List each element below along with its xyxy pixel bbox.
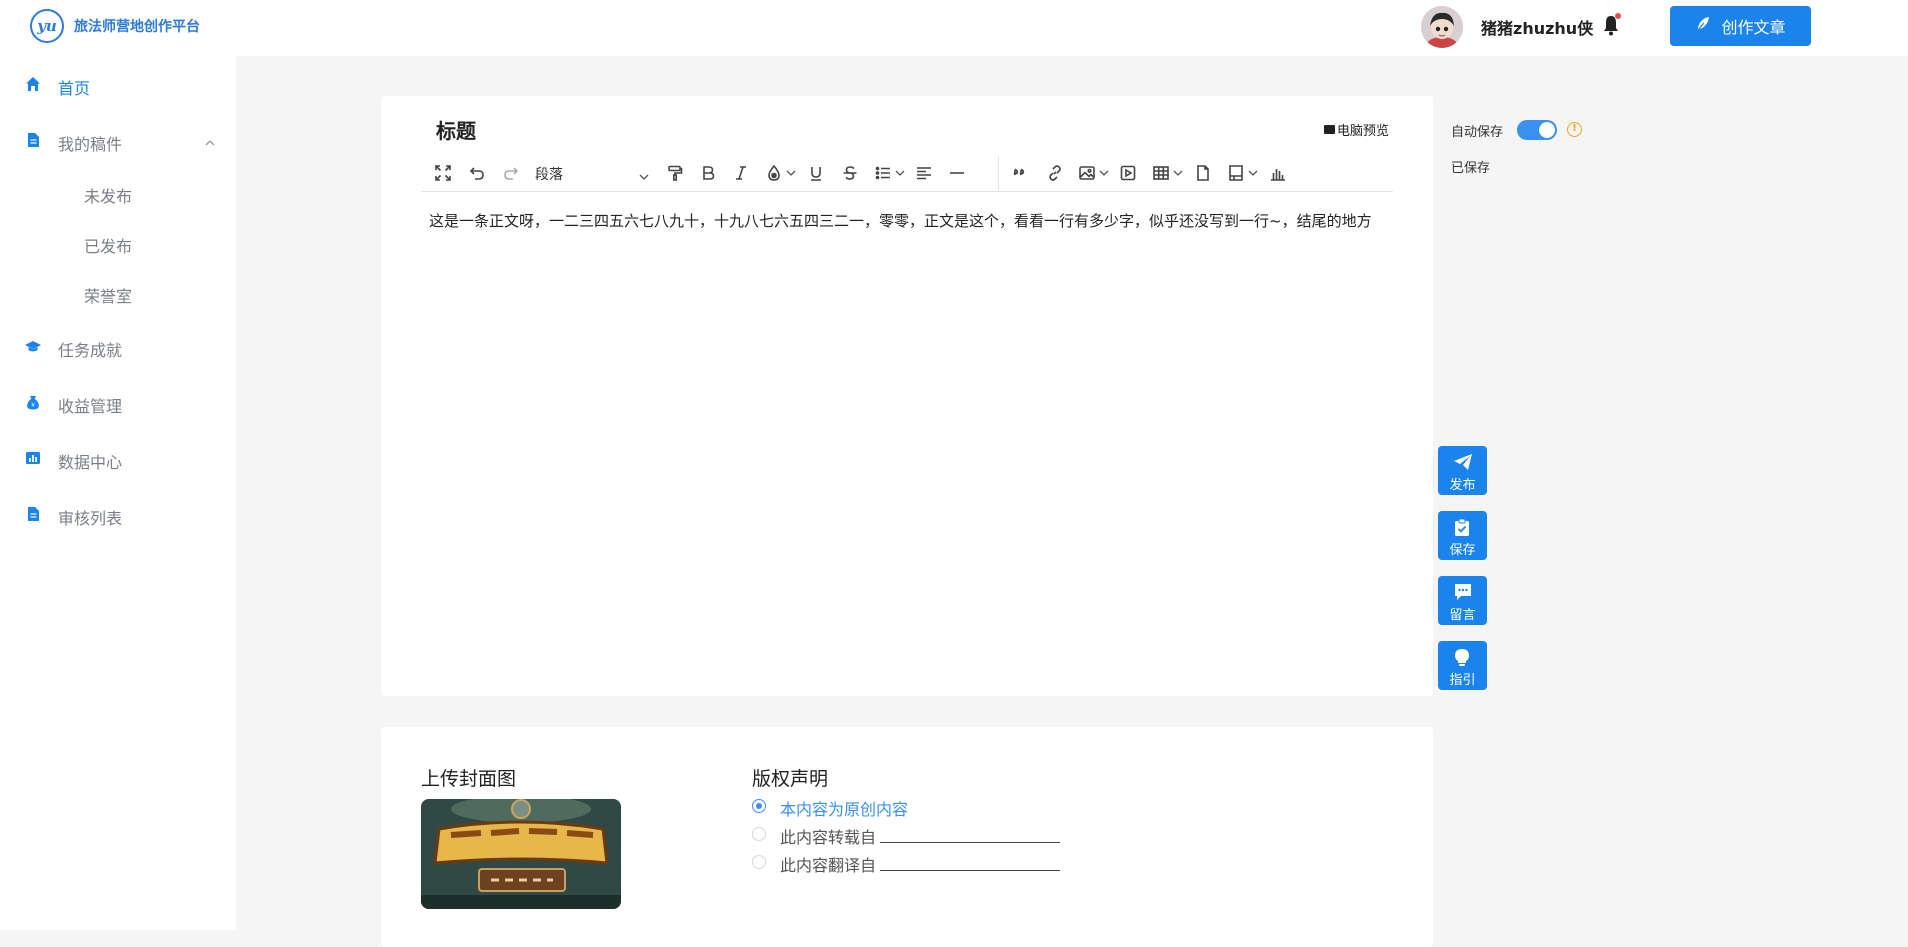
toolbar-divider — [998, 156, 999, 192]
fullscreen-icon[interactable] — [433, 162, 453, 184]
sidebar-item-home[interactable]: 首页 — [0, 64, 236, 104]
graduation-cap-icon — [25, 338, 41, 354]
guide-button[interactable]: 指引 — [1438, 641, 1487, 690]
sidebar-item-label: 我的稿件 — [58, 135, 123, 154]
image-icon[interactable] — [1077, 162, 1097, 184]
underline-icon[interactable] — [806, 162, 826, 184]
sidebar-subitem-unpublished[interactable]: 未发布 — [84, 183, 132, 207]
lightbulb-icon — [1455, 649, 1469, 666]
paragraph-format-value: 段落 — [535, 167, 563, 183]
chevron-down-icon[interactable] — [1247, 162, 1259, 184]
notification-dot — [1615, 13, 1621, 19]
undo-icon[interactable] — [467, 162, 487, 184]
italic-icon[interactable] — [731, 162, 751, 184]
document-icon — [25, 132, 41, 148]
publish-button[interactable]: 发布 — [1438, 446, 1487, 495]
link-icon[interactable] — [1045, 162, 1065, 184]
chevron-down-icon[interactable] — [1098, 162, 1110, 184]
sidebar-item-label: 任务成就 — [58, 341, 123, 360]
user-avatar[interactable] — [1421, 6, 1463, 48]
desktop-preview-button[interactable]: 电脑预览 — [1324, 120, 1389, 139]
warning-icon[interactable]: ! — [1567, 122, 1582, 137]
sidebar-item-my-drafts[interactable]: 我的稿件 — [0, 120, 236, 160]
chevron-down-icon[interactable] — [894, 162, 906, 184]
create-article-label: 创作文章 — [1721, 18, 1786, 37]
copyright-original-radio[interactable] — [752, 799, 766, 813]
sidebar-item-data-center[interactable]: 数据中心 — [0, 438, 236, 478]
chevron-down-icon[interactable] — [1172, 162, 1184, 184]
brand-logo[interactable]: yu — [30, 9, 64, 43]
table-icon[interactable] — [1151, 162, 1171, 184]
sidebar-subitem-honors[interactable]: 荣誉室 — [84, 283, 132, 307]
sidebar-item-label: 数据中心 — [58, 453, 123, 472]
top-header: yu 旅法师营地创作平台 猪猪zhuzhu侠 创作文章 — [0, 0, 1908, 56]
text-color-icon[interactable] — [764, 162, 784, 184]
sidebar-item-tasks[interactable]: 任务成就 — [0, 326, 236, 366]
copyright-title: 版权声明 — [752, 768, 829, 790]
cover-upload-title: 上传封面图 — [421, 768, 517, 790]
horizontal-rule-icon[interactable] — [947, 162, 967, 184]
copyright-repost-label[interactable]: 此内容转载自 — [780, 824, 876, 848]
username[interactable]: 猪猪zhuzhu侠 — [1481, 15, 1593, 39]
guide-label: 指引 — [1449, 673, 1476, 688]
chevron-down-icon — [639, 169, 649, 185]
feather-icon — [1695, 16, 1711, 36]
copyright-translate-label[interactable]: 此内容翻译自 — [780, 852, 876, 876]
save-status: 已保存 — [1451, 161, 1491, 176]
bar-chart-icon[interactable] — [1268, 162, 1288, 184]
copyright-translate-radio[interactable] — [752, 855, 766, 869]
create-article-button[interactable]: 创作文章 — [1670, 6, 1811, 46]
chevron-down-icon[interactable] — [785, 162, 797, 184]
comment-icon — [1455, 584, 1471, 600]
comment-button[interactable]: 留言 — [1438, 576, 1487, 625]
sidebar-item-label: 审核列表 — [58, 509, 123, 528]
align-left-icon[interactable] — [914, 162, 934, 184]
sidebar-subitem-published[interactable]: 已发布 — [84, 233, 132, 257]
clipboard-check-icon — [1455, 518, 1469, 536]
save-label: 保存 — [1449, 543, 1476, 558]
svg-text:¥: ¥ — [31, 402, 35, 409]
copyright-repost-radio[interactable] — [752, 827, 766, 841]
repost-source-input[interactable] — [880, 842, 1060, 843]
translate-source-input[interactable] — [880, 870, 1060, 871]
money-bag-icon: ¥ — [25, 394, 41, 410]
editor-body[interactable]: 这是一条正文呀，一二三四五六七八九十，十九八七六五四三二一，零零，正文是这个，看… — [429, 205, 1389, 237]
sidebar: 首页 我的稿件 未发布 已发布 荣誉室 任务成就 ¥ 收益管理 数据中心 审核列… — [0, 56, 236, 930]
toggle-knob — [1539, 122, 1555, 138]
bullet-list-icon[interactable] — [873, 162, 893, 184]
cover-image[interactable] — [421, 799, 621, 909]
sidebar-item-review-list[interactable]: 审核列表 — [0, 494, 236, 534]
autosave-toggle[interactable] — [1517, 120, 1557, 140]
brand-name[interactable]: 旅法师营地创作平台 — [74, 16, 200, 36]
logo-text: yu — [37, 17, 57, 35]
chevron-up-icon — [204, 134, 216, 146]
paragraph-format-select[interactable]: 段落 — [535, 162, 651, 184]
save-button[interactable]: 保存 — [1438, 511, 1487, 560]
redo-icon[interactable] — [501, 162, 521, 184]
file-icon[interactable] — [1193, 162, 1213, 184]
strikethrough-icon[interactable] — [840, 162, 860, 184]
publish-label: 发布 — [1449, 478, 1476, 493]
copyright-original-label[interactable]: 本内容为原创内容 — [780, 796, 908, 820]
title-input[interactable]: 标题 — [436, 115, 476, 144]
chart-icon — [25, 450, 41, 466]
comment-label: 留言 — [1449, 608, 1476, 623]
home-icon — [25, 76, 41, 92]
video-icon[interactable] — [1118, 162, 1138, 184]
monitor-icon — [1324, 125, 1335, 134]
sidebar-item-label: 收益管理 — [58, 397, 123, 416]
sidebar-item-earnings[interactable]: ¥ 收益管理 — [0, 382, 236, 422]
sidebar-item-label: 首页 — [58, 79, 91, 98]
autosave-label: 自动保存 — [1451, 125, 1504, 140]
editor-toolbar: 段落 — [421, 156, 1393, 192]
attachment-icon[interactable] — [1226, 162, 1246, 184]
blockquote-icon[interactable] — [1011, 162, 1031, 184]
format-painter-icon[interactable] — [665, 162, 685, 184]
bold-icon[interactable] — [698, 162, 718, 184]
list-document-icon — [25, 506, 41, 522]
desktop-preview-label: 电脑预览 — [1337, 124, 1390, 139]
paper-plane-icon — [1454, 454, 1472, 470]
